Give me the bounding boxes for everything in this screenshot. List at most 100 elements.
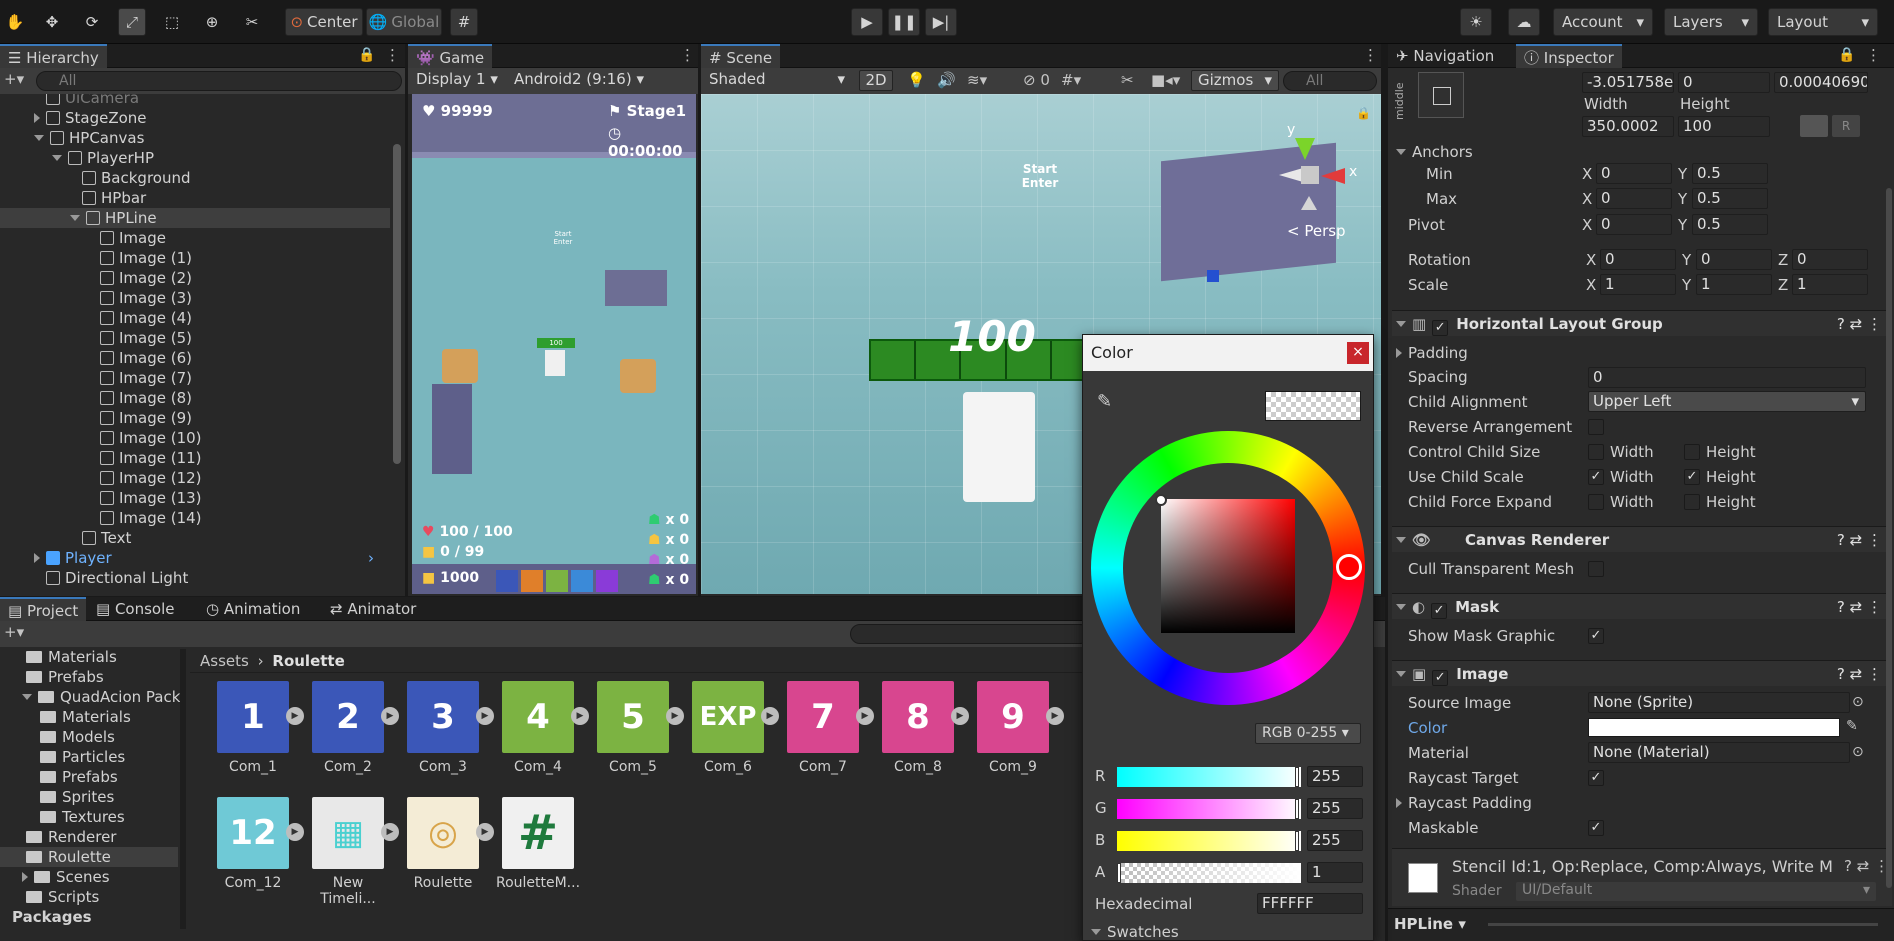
effects-icon[interactable]: ≋▾ <box>967 71 987 89</box>
pos-y-field[interactable]: -3.051758e <box>1582 72 1674 93</box>
tab-console[interactable]: ▤ Console <box>88 597 183 621</box>
project-folder[interactable]: Particles <box>0 747 178 767</box>
r-slider-handle[interactable] <box>1295 767 1299 787</box>
layout-dropdown[interactable]: Layout ▾ <box>1768 8 1878 36</box>
asset-item[interactable]: # RouletteM... <box>495 797 581 891</box>
add-icon[interactable]: +▾ <box>4 70 24 88</box>
anchor-preset-button[interactable] <box>1418 72 1464 118</box>
persp-label[interactable]: < Persp <box>1287 222 1346 240</box>
saturation-value-square[interactable] <box>1161 499 1295 633</box>
material-field[interactable]: None (Material) <box>1588 742 1850 763</box>
global-toggle[interactable]: 🌐 Global <box>366 8 442 36</box>
object-picker-icon[interactable]: ⊙ <box>1852 744 1864 760</box>
blueprint-mode-button[interactable] <box>1800 115 1828 137</box>
breadcrumb-root[interactable]: Assets <box>200 652 249 670</box>
services-icon[interactable]: ☀ <box>1460 8 1492 36</box>
g-slider-handle[interactable] <box>1295 799 1299 819</box>
min-x-field[interactable]: 0 <box>1596 163 1672 184</box>
rect-tool-icon[interactable]: ⬚ <box>158 8 186 36</box>
step-button[interactable]: ▶| <box>925 8 957 36</box>
grid-snap-icon[interactable]: # <box>450 8 478 36</box>
hierarchy-item[interactable]: HPLine <box>0 208 390 228</box>
mode-2d-toggle[interactable]: 2D <box>859 70 893 91</box>
expand-sprite-icon[interactable]: ▶ <box>286 823 304 841</box>
audio-icon[interactable]: 🔊 <box>937 71 956 89</box>
max-y-field[interactable]: 0.5 <box>1692 188 1768 209</box>
hex-field[interactable]: FFFFFF <box>1257 893 1363 914</box>
breadcrumb-current[interactable]: Roulette <box>272 652 344 670</box>
game-render[interactable]: ♥ 99999 ⚑ Stage1 ◷ 00:00:00 Start Enter … <box>412 94 696 594</box>
custom-tool-icon[interactable]: ✂ <box>238 8 266 36</box>
expand-sprite-icon[interactable]: ▶ <box>571 707 589 725</box>
expand-arrow-icon[interactable] <box>34 113 40 123</box>
close-icon[interactable]: × <box>1347 342 1369 364</box>
mask-enabled-checkbox[interactable]: ✓ <box>1431 603 1448 619</box>
asset-item[interactable]: 1 ▶ Com_1 <box>210 681 304 775</box>
height-field[interactable]: 100 <box>1678 116 1770 137</box>
pause-button[interactable]: ❚❚ <box>888 8 920 36</box>
maskable-checkbox[interactable]: ✓ <box>1588 820 1604 836</box>
project-folder[interactable]: Packages <box>0 907 178 927</box>
project-divider[interactable] <box>180 649 186 929</box>
shading-dropdown[interactable]: Shaded ▾ <box>703 70 851 91</box>
child-alignment-dropdown[interactable]: Upper Left ▾ <box>1588 391 1866 412</box>
skill-icon[interactable] <box>596 570 618 592</box>
collapse-arrow-icon[interactable] <box>70 215 80 221</box>
project-folder[interactable]: Textures <box>0 807 178 827</box>
hierarchy-item[interactable]: HPCanvas <box>0 128 390 148</box>
padding-foldout[interactable]: Padding <box>1396 344 1468 362</box>
hierarchy-item[interactable]: Image (2) <box>0 268 390 288</box>
color-field[interactable] <box>1588 718 1840 737</box>
b-slider-handle[interactable] <box>1295 831 1299 851</box>
hierarchy-item[interactable]: Image (12) <box>0 468 390 488</box>
scale-x-field[interactable]: 1 <box>1600 274 1676 295</box>
source-image-field[interactable]: None (Sprite) <box>1588 692 1850 713</box>
image-header[interactable]: ▣ ✓ Image ? ⇄ ⋮ <box>1392 660 1892 686</box>
a-value-field[interactable]: 1 <box>1307 862 1363 883</box>
axis-center-cube[interactable] <box>1301 166 1319 184</box>
rotate-tool-icon[interactable]: ⟳ <box>78 8 106 36</box>
hue-handle[interactable] <box>1336 554 1362 580</box>
expand-sprite-icon[interactable]: ▶ <box>856 707 874 725</box>
scale-tool-icon[interactable]: ⤢ <box>118 8 146 36</box>
asset-item[interactable]: EXP ▶ Com_6 <box>685 681 779 775</box>
hierarchy-item[interactable]: UiCamera <box>0 94 390 108</box>
max-x-field[interactable]: 0 <box>1596 188 1672 209</box>
material-preview[interactable]: Stencil Id:1, Op:Replace, Comp:Always, W… <box>1392 848 1892 906</box>
raw-edit-button[interactable]: R <box>1832 115 1860 137</box>
kebab-menu-icon[interactable]: ⋮ <box>385 46 400 64</box>
collapse-arrow-icon[interactable] <box>52 155 62 161</box>
hierarchy-item[interactable]: Image (11) <box>0 448 390 468</box>
hierarchy-search-input[interactable]: All <box>36 71 402 91</box>
expand-sprite-icon[interactable]: ▶ <box>476 823 494 841</box>
g-value-field[interactable]: 255 <box>1307 798 1363 819</box>
hierarchy-item[interactable]: Image (13) <box>0 488 390 508</box>
grid-icon[interactable]: #▾ <box>1061 71 1081 89</box>
canvas-renderer-header[interactable]: 👁 Canvas Renderer ? ⇄ ⋮ <box>1392 526 1892 552</box>
hierarchy-item[interactable]: Image (10) <box>0 428 390 448</box>
show-mask-checkbox[interactable]: ✓ <box>1588 628 1604 644</box>
kebab-menu-icon[interactable]: ⋮ <box>1866 46 1881 64</box>
tab-project[interactable]: ▤ Project <box>0 597 87 621</box>
hierarchy-scrollbar[interactable] <box>393 144 401 464</box>
expand-sprite-icon[interactable]: ▶ <box>476 707 494 725</box>
expand-sprite-icon[interactable]: ▶ <box>951 707 969 725</box>
min-y-field[interactable]: 0.5 <box>1692 163 1768 184</box>
collapse-arrow-icon[interactable] <box>22 694 32 700</box>
move-tool-icon[interactable]: ✥ <box>38 8 66 36</box>
hierarchy-item[interactable]: Image (1) <box>0 248 390 268</box>
pos-extra-field[interactable]: 0.00040690 <box>1774 72 1868 93</box>
control-width-checkbox[interactable] <box>1588 444 1604 460</box>
asset-item[interactable]: 3 ▶ Com_3 <box>400 681 494 775</box>
tab-inspector[interactable]: ⓘ Inspector <box>1516 44 1622 68</box>
project-folder[interactable]: QuadAcion Pack <box>0 687 180 707</box>
gizmos-dropdown[interactable]: Gizmos ▾ <box>1191 70 1279 91</box>
rot-x-field[interactable]: 0 <box>1600 249 1676 270</box>
expand-sprite-icon[interactable]: ▶ <box>286 707 304 725</box>
transform-tool-icon[interactable]: ⊕ <box>198 8 226 36</box>
swatches-foldout[interactable]: Swatches <box>1091 923 1179 941</box>
skill-icon[interactable] <box>571 570 593 592</box>
tab-animator[interactable]: ⇄ Animator <box>322 597 424 621</box>
component-menu-icons[interactable]: ? ⇄ ⋮ <box>1837 661 1882 687</box>
hierarchy-item[interactable]: Image (7) <box>0 368 390 388</box>
